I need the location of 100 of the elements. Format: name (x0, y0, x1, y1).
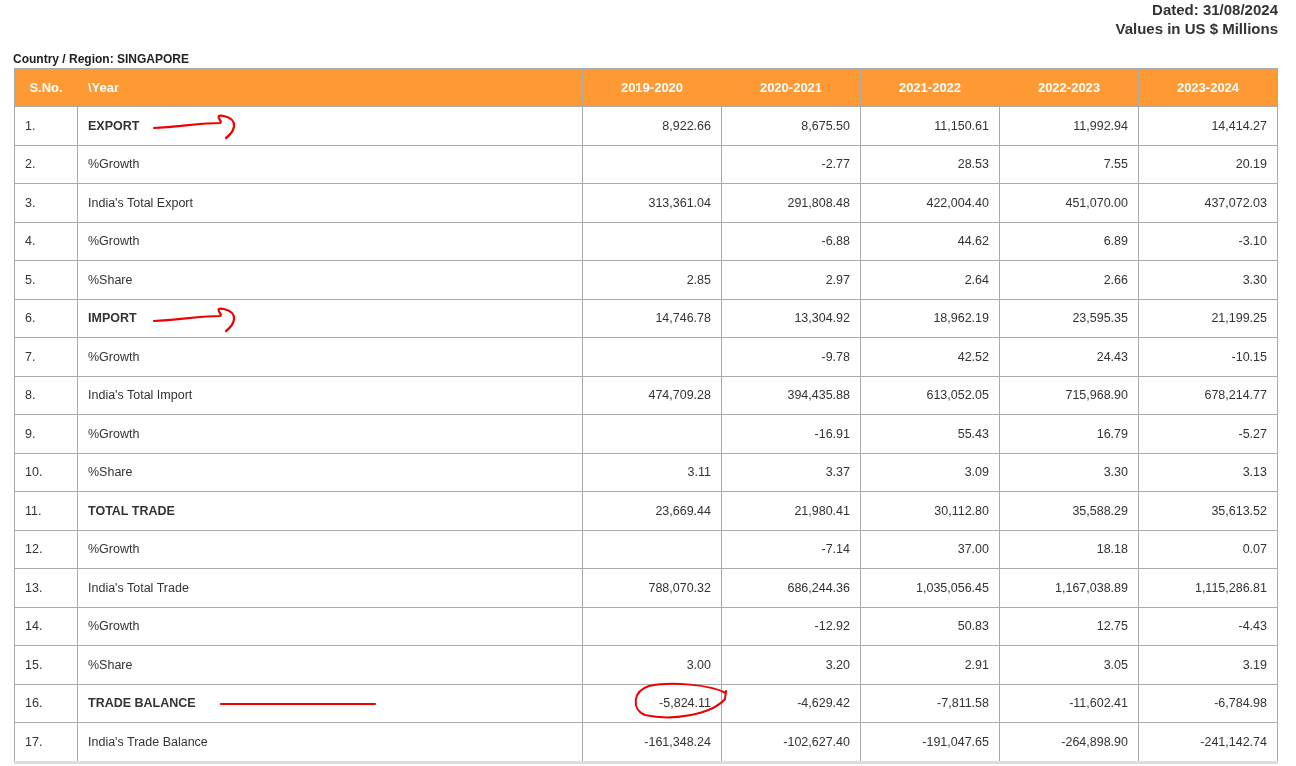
value-cell: 42.52 (860, 337, 1000, 376)
value-cell: 21,199.25 (1138, 299, 1278, 338)
value-cell: 686,244.36 (721, 568, 861, 607)
label-cell: %Share (77, 260, 583, 299)
value-cell: 2.66 (999, 260, 1139, 299)
value-cell: 14,414.27 (1138, 106, 1278, 145)
value-cell: 437,072.03 (1138, 183, 1278, 222)
label-cell: India's Total Import (77, 376, 583, 415)
value-cell: 7.55 (999, 145, 1139, 184)
column-header: S.No. (14, 68, 78, 107)
serial-cell: 8. (14, 376, 78, 415)
value-cell: -9.78 (721, 337, 861, 376)
value-cell: 3.00 (582, 645, 722, 684)
serial-cell: 1. (14, 106, 78, 145)
column-header: 2019-2020 (582, 68, 722, 107)
value-cell: -7,811.58 (860, 684, 1000, 723)
value-cell: -10.15 (1138, 337, 1278, 376)
serial-cell: 11. (14, 491, 78, 530)
serial-cell: 17. (14, 722, 78, 762)
value-cell: 3.30 (1138, 260, 1278, 299)
serial-cell: 15. (14, 645, 78, 684)
value-cell: 788,070.32 (582, 568, 722, 607)
serial-cell: 16. (14, 684, 78, 723)
value-cell: 2.91 (860, 645, 1000, 684)
label-cell: %Growth (77, 607, 583, 646)
value-cell: 28.53 (860, 145, 1000, 184)
serial-cell: 5. (14, 260, 78, 299)
label-cell: TOTAL TRADE (77, 491, 583, 530)
value-cell: 474,709.28 (582, 376, 722, 415)
value-cell: -11,602.41 (999, 684, 1139, 723)
value-cell: 37.00 (860, 530, 1000, 569)
value-cell: 18.18 (999, 530, 1139, 569)
label-cell: %Share (77, 645, 583, 684)
serial-cell: 4. (14, 222, 78, 261)
value-cell: -6,784.98 (1138, 684, 1278, 723)
value-cell: 1,115,286.81 (1138, 568, 1278, 607)
value-cell: 3.37 (721, 453, 861, 492)
serial-cell: 7. (14, 337, 78, 376)
value-cell: 35,613.52 (1138, 491, 1278, 530)
value-cell: -12.92 (721, 607, 861, 646)
value-cell: 3.09 (860, 453, 1000, 492)
value-cell: 3.19 (1138, 645, 1278, 684)
value-cell: 422,004.40 (860, 183, 1000, 222)
value-cell: 23,669.44 (582, 491, 722, 530)
serial-cell: 12. (14, 530, 78, 569)
value-cell: 715,968.90 (999, 376, 1139, 415)
value-cell: 3.05 (999, 645, 1139, 684)
label-cell: India's Total Export (77, 183, 583, 222)
column-header: 2020-2021 (721, 68, 861, 107)
value-cell: -4.43 (1138, 607, 1278, 646)
column-header: 2023-2024 (1138, 68, 1278, 107)
value-cell: 3.11 (582, 453, 722, 492)
value-cell: 2.85 (582, 260, 722, 299)
value-cell: 394,435.88 (721, 376, 861, 415)
column-header: \Year (77, 68, 583, 107)
value-cell: 44.62 (860, 222, 1000, 261)
value-cell: 313,361.04 (582, 183, 722, 222)
region-label: Country / Region: SINGAPORE (13, 52, 190, 66)
value-cell: -7.14 (721, 530, 861, 569)
value-cell: -4,629.42 (721, 684, 861, 723)
serial-cell: 3. (14, 183, 78, 222)
units-text: Values in US $ Millions (1115, 20, 1278, 37)
label-cell: IMPORT (77, 299, 583, 338)
value-cell: 21,980.41 (721, 491, 861, 530)
column-header: 2021-2022 (860, 68, 1000, 107)
value-cell: 8,675.50 (721, 106, 861, 145)
value-cell: -2.77 (721, 145, 861, 184)
value-cell: 2.64 (860, 260, 1000, 299)
serial-cell: 2. (14, 145, 78, 184)
label-cell: %Growth (77, 145, 583, 184)
value-cell: 1,035,056.45 (860, 568, 1000, 607)
value-cell: 12.75 (999, 607, 1139, 646)
label-cell: %Growth (77, 222, 583, 261)
date-text: Dated: 31/08/2024 (1152, 1, 1278, 18)
value-cell: 291,808.48 (721, 183, 861, 222)
serial-cell: 14. (14, 607, 78, 646)
value-cell: -6.88 (721, 222, 861, 261)
value-cell: 0.07 (1138, 530, 1278, 569)
value-cell: 613,052.05 (860, 376, 1000, 415)
value-cell: 11,150.61 (860, 106, 1000, 145)
value-cell: 18,962.19 (860, 299, 1000, 338)
value-cell: 11,992.94 (999, 106, 1139, 145)
serial-cell: 13. (14, 568, 78, 607)
value-cell: 23,595.35 (999, 299, 1139, 338)
value-cell: 16.79 (999, 414, 1139, 453)
label-cell: %Share (77, 453, 583, 492)
label-cell: EXPORT (77, 106, 583, 145)
value-cell: 8,922.66 (582, 106, 722, 145)
value-cell: 24.43 (999, 337, 1139, 376)
label-cell: India's Total Trade (77, 568, 583, 607)
value-cell: 3.20 (721, 645, 861, 684)
column-header: 2022-2023 (999, 68, 1139, 107)
value-cell: 451,070.00 (999, 183, 1139, 222)
value-cell: 678,214.77 (1138, 376, 1278, 415)
label-cell: %Growth (77, 530, 583, 569)
value-cell: 3.13 (1138, 453, 1278, 492)
value-cell: 20.19 (1138, 145, 1278, 184)
value-cell: 13,304.92 (721, 299, 861, 338)
value-cell: 3.30 (999, 453, 1139, 492)
value-cell: -3.10 (1138, 222, 1278, 261)
